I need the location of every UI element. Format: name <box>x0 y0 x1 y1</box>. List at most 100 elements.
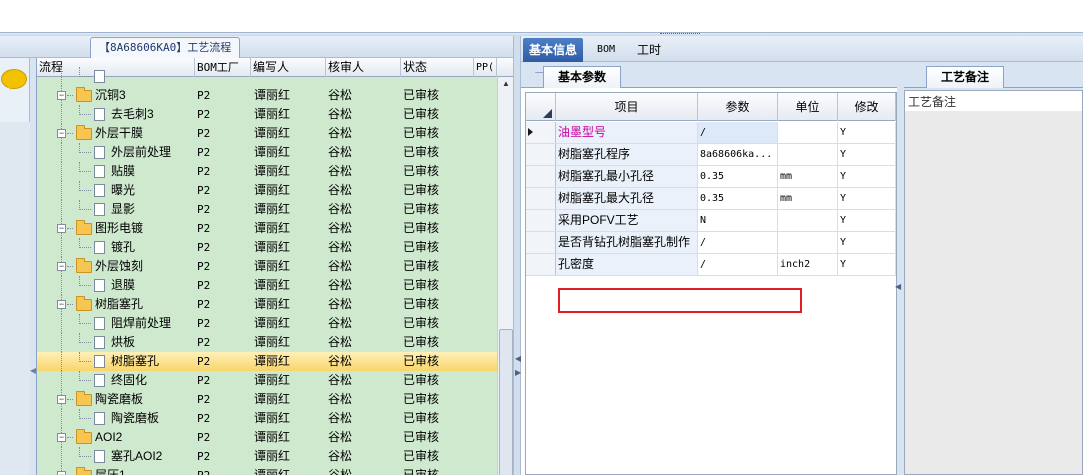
tree-node-row[interactable]: 外层前处理 P2 谭丽红 谷松 已审核 <box>37 143 497 162</box>
bom-cell: P2 <box>197 108 211 121</box>
folder-icon <box>76 391 92 406</box>
document-icon <box>94 184 105 197</box>
tree-connector <box>61 181 62 200</box>
tree-folder-row[interactable]: − 层压1 P2 谭丽红 谷松 已审核 <box>37 466 497 475</box>
param-modify-cell[interactable]: Y <box>838 144 896 165</box>
tree-folder-row[interactable]: − 外层干膜 P2 谭丽红 谷松 已审核 <box>37 124 497 143</box>
tree-folder-row[interactable]: − 树脂塞孔 P2 谭丽红 谷松 已审核 <box>37 295 497 314</box>
scroll-up-icon[interactable]: ▲ <box>498 77 513 91</box>
tab-process-notes[interactable]: 工艺备注 <box>926 66 1005 88</box>
param-modify-cell[interactable]: Y <box>838 122 896 143</box>
collapse-toggle-icon[interactable]: − <box>57 395 66 404</box>
param-unit-cell[interactable] <box>778 122 838 143</box>
notes-textarea[interactable] <box>905 111 1082 474</box>
param-modify-cell[interactable]: Y <box>838 188 896 209</box>
collapse-toggle-icon[interactable]: − <box>57 300 66 309</box>
param-unit-cell[interactable]: mm <box>778 166 838 187</box>
tree-scrollbar[interactable]: ▲ <box>497 77 513 475</box>
param-row[interactable]: 油墨型号 / Y <box>526 122 896 144</box>
folder-icon <box>76 429 92 444</box>
tree-node-row[interactable]: 陶瓷磨板 P2 谭丽红 谷松 已审核 <box>37 409 497 428</box>
row-indicator[interactable] <box>526 166 556 187</box>
status-cell: 已审核 <box>403 202 440 216</box>
param-unit-cell[interactable] <box>778 232 838 253</box>
param-unit-cell[interactable] <box>778 144 838 165</box>
select-all-corner[interactable] <box>526 93 556 121</box>
param-modify-cell[interactable]: Y <box>838 232 896 253</box>
param-row[interactable]: 树脂塞孔最小孔径 0.35 mm Y <box>526 166 896 188</box>
bom-cell: P2 <box>197 146 211 159</box>
document-icon <box>94 317 105 330</box>
writer-cell: 谭丽红 <box>254 373 291 387</box>
scroll-thumb[interactable] <box>499 329 513 475</box>
tree-folder-row[interactable]: − 陶瓷磨板 P2 谭丽红 谷松 已审核 <box>37 390 497 409</box>
tree-node-row[interactable]: 贴膜 P2 谭丽红 谷松 已审核 <box>37 162 497 181</box>
tree-connector <box>79 209 91 210</box>
reviewer-cell: 谷松 <box>328 468 353 475</box>
tree-node-row[interactable]: 去毛刺3 P2 谭丽红 谷松 已审核 <box>37 105 497 124</box>
param-unit-cell[interactable]: mm <box>778 188 838 209</box>
document-icon <box>94 355 105 368</box>
tree-node-row[interactable]: 显影 P2 谭丽红 谷松 已审核 <box>37 200 497 219</box>
param-row[interactable]: 树脂塞孔程序 8a68606ka... Y <box>526 144 896 166</box>
tree-node-row[interactable]: 镀孔 P2 谭丽红 谷松 已审核 <box>37 238 497 257</box>
tree-node-row[interactable]: 烘板 P2 谭丽红 谷松 已审核 <box>37 333 497 352</box>
param-value-cell[interactable]: 0.35 <box>698 188 778 209</box>
collapse-toggle-icon[interactable]: − <box>57 224 66 233</box>
tree-folder-row[interactable]: − 沉铜3 P2 谭丽红 谷松 已审核 <box>37 86 497 105</box>
row-indicator[interactable] <box>526 122 556 143</box>
col-header-modify[interactable]: 修改 <box>838 93 896 121</box>
collapse-toggle-icon[interactable]: − <box>57 433 66 442</box>
param-unit-cell[interactable] <box>778 210 838 231</box>
collapse-toggle-icon[interactable]: − <box>57 91 66 100</box>
inner-splitter[interactable]: ◀ <box>895 62 903 475</box>
tree-folder-row[interactable]: − 外层蚀刻 P2 谭丽红 谷松 已审核 <box>37 257 497 276</box>
tab-work-hours[interactable]: 工时 <box>631 38 667 62</box>
param-modify-cell[interactable]: Y <box>838 254 896 275</box>
col-header-param[interactable]: 参数 <box>698 93 778 121</box>
tree-folder-row[interactable]: − 图形电镀 P2 谭丽红 谷松 已审核 <box>37 219 497 238</box>
tree-node-row[interactable]: 曝光 P2 谭丽红 谷松 已审核 <box>37 181 497 200</box>
collapse-toggle-icon[interactable]: − <box>57 471 66 475</box>
tree-connector <box>61 105 62 124</box>
row-indicator[interactable] <box>526 254 556 275</box>
row-indicator[interactable] <box>526 210 556 231</box>
param-unit-cell[interactable]: inch2 <box>778 254 838 275</box>
writer-cell: 谭丽红 <box>254 411 291 425</box>
param-value-cell[interactable]: 8a68606ka... <box>698 144 778 165</box>
param-value-cell[interactable]: / <box>698 122 778 143</box>
collapse-toggle-icon[interactable]: − <box>57 129 66 138</box>
vertical-splitter[interactable]: ◀ ▶ <box>513 36 521 475</box>
param-modify-cell[interactable]: Y <box>838 166 896 187</box>
tree-folder-row[interactable]: − AOI2 P2 谭丽红 谷松 已审核 <box>37 428 497 447</box>
col-header-item[interactable]: 项目 <box>556 93 698 121</box>
param-modify-cell[interactable]: Y <box>838 210 896 231</box>
tree-node-row[interactable]: 终固化 P2 谭丽红 谷松 已审核 <box>37 371 497 390</box>
param-row[interactable]: 是否背钻孔树脂塞孔制作 / Y <box>526 232 896 254</box>
status-cell: 已审核 <box>403 430 440 444</box>
chat-bubble-icon[interactable] <box>2 70 26 90</box>
param-value-cell[interactable]: 0.35 <box>698 166 778 187</box>
tree-node-row[interactable]: 塞孔AOI2 P2 谭丽红 谷松 已审核 <box>37 447 497 466</box>
col-header-unit[interactable]: 单位 <box>778 93 838 121</box>
param-value-cell[interactable]: / <box>698 254 778 275</box>
tree-node-row[interactable] <box>37 67 497 86</box>
tab-basic-info[interactable]: 基本信息 <box>523 38 584 62</box>
param-row[interactable]: 树脂塞孔最大孔径 0.35 mm Y <box>526 188 896 210</box>
param-row[interactable]: 采用POFV工艺 N Y <box>526 210 896 232</box>
row-indicator[interactable] <box>526 188 556 209</box>
param-value-cell[interactable]: N <box>698 210 778 231</box>
tab-bom[interactable]: BOM <box>591 38 621 62</box>
tab-basic-params[interactable]: 基本参数 <box>543 66 622 88</box>
collapse-toggle-icon[interactable]: − <box>57 262 66 271</box>
inner-splitter-arrow-icon[interactable]: ◀ <box>895 282 901 291</box>
tree-node-row[interactable]: 退膜 P2 谭丽红 谷松 已审核 <box>37 276 497 295</box>
param-value-cell[interactable]: / <box>698 232 778 253</box>
param-row[interactable]: 孔密度 / inch2 Y <box>526 254 896 276</box>
tree-node-row[interactable]: 树脂塞孔 P2 谭丽红 谷松 已审核 <box>37 352 497 371</box>
row-indicator[interactable] <box>526 144 556 165</box>
tree-connector <box>79 380 91 381</box>
tab-process-flow[interactable]: 【8A68606KA0】工艺流程 <box>90 37 241 58</box>
row-indicator[interactable] <box>526 232 556 253</box>
tree-node-row[interactable]: 阻焊前处理 P2 谭丽红 谷松 已审核 <box>37 314 497 333</box>
